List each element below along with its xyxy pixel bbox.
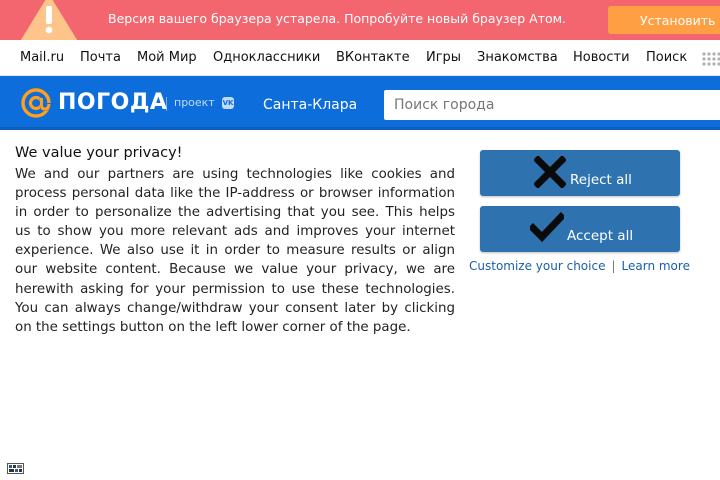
close-x-icon	[533, 155, 567, 192]
portal-link-odnoklassniki[interactable]: Одноклассники	[213, 50, 320, 65]
checkmark-icon	[528, 212, 566, 246]
weather-header: ПОГОДА проект VK Санта-Клара	[0, 76, 720, 130]
portal-link-mail[interactable]: Почта	[80, 50, 121, 65]
logo-text: ПОГОДА	[58, 90, 168, 115]
reject-all-button[interactable]: Reject all	[480, 150, 680, 196]
reject-all-label: Reject all	[570, 172, 632, 188]
vk-badge-icon: VK	[222, 97, 234, 109]
privacy-consent-panel: We value your privacy! We and our partne…	[0, 133, 720, 480]
portal-link-mailru[interactable]: Mail.ru	[20, 50, 64, 65]
outdated-browser-banner: Версия вашего браузера устарела. Попробу…	[0, 0, 720, 40]
warning-triangle-icon	[14, 0, 84, 40]
banner-message: Версия вашего браузера устарела. Попробу…	[108, 11, 567, 26]
learn-more-link[interactable]: Learn more	[622, 259, 690, 273]
at-sign-icon	[20, 87, 52, 119]
portal-link-games[interactable]: Игры	[426, 50, 461, 65]
logo-divider	[166, 97, 167, 111]
portal-menu: Mail.ru Почта Мой Мир Одноклассники ВКон…	[0, 40, 720, 76]
portal-link-my-world[interactable]: Мой Мир	[137, 50, 197, 65]
privacy-settings-icon[interactable]	[7, 459, 24, 474]
portal-link-search[interactable]: Поиск	[646, 50, 687, 65]
city-search-input[interactable]	[384, 90, 720, 120]
portal-link-news[interactable]: Новости	[573, 50, 630, 65]
current-city[interactable]: Санта-Клара	[263, 97, 357, 113]
accept-all-label: Accept all	[567, 228, 634, 244]
consent-links: Customize your choice | Learn more	[469, 259, 690, 273]
consent-body: We and our partners are using technologi…	[15, 167, 455, 335]
consent-title: We value your privacy!	[15, 145, 183, 161]
apps-grid-icon[interactable]	[702, 51, 720, 66]
install-browser-button[interactable]: Установить	[608, 6, 720, 34]
accept-all-button[interactable]: Accept all	[480, 206, 680, 252]
project-label: проект	[174, 96, 215, 109]
customize-choice-link[interactable]: Customize your choice	[469, 259, 605, 273]
portal-link-vkontakte[interactable]: ВКонтакте	[336, 50, 410, 65]
link-separator: |	[611, 259, 616, 273]
portal-link-dating[interactable]: Знакомства	[477, 50, 558, 65]
